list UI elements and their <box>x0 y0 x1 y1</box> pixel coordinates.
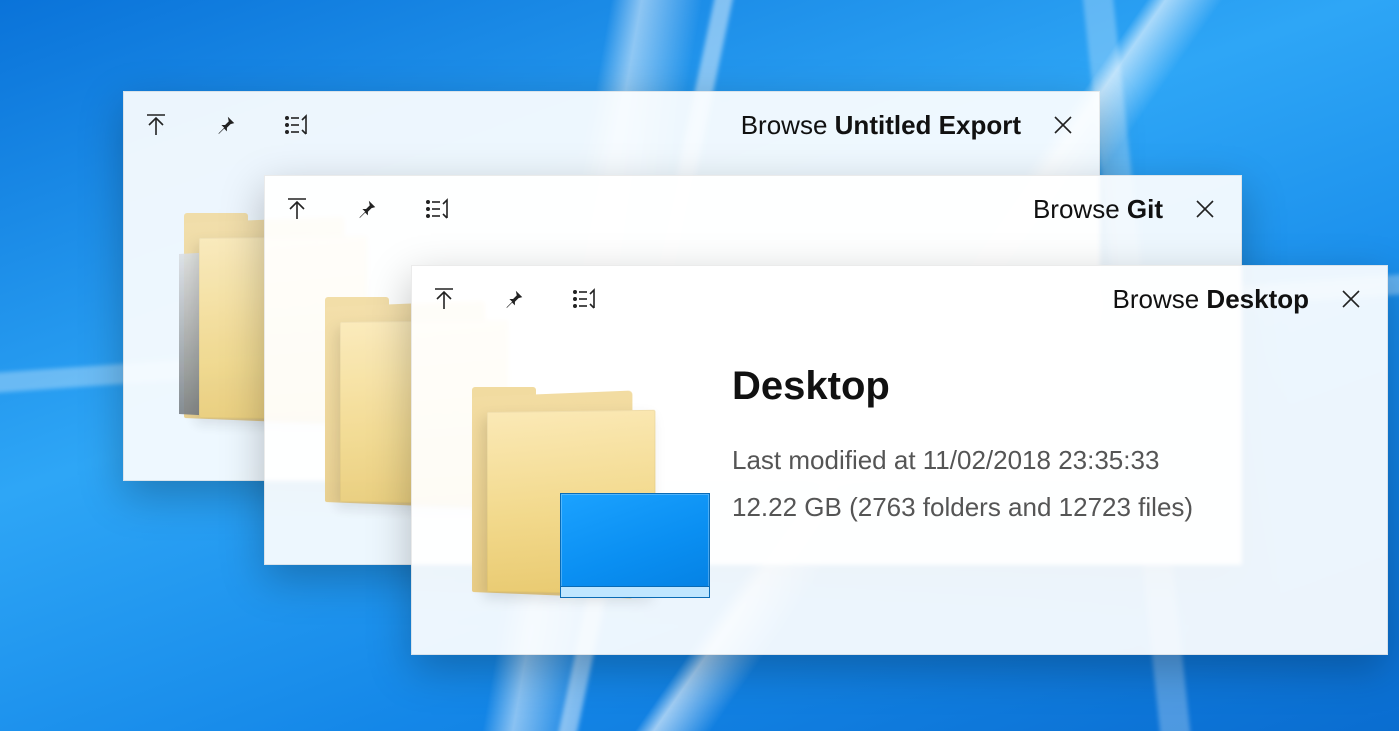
folder-info: Desktop Last modified at 11/02/2018 23:3… <box>732 352 1193 531</box>
list-sort-icon[interactable] <box>282 111 310 139</box>
browse-label: Browse <box>1033 194 1120 224</box>
last-modified-text: Last modified at 11/02/2018 23:35:33 <box>732 437 1193 484</box>
window-body: Desktop Last modified at 11/02/2018 23:3… <box>412 332 1387 632</box>
size-summary-text: 12.22 GB (2763 folders and 12723 files) <box>732 484 1193 531</box>
close-icon[interactable] <box>1049 111 1077 139</box>
pin-icon[interactable] <box>500 285 528 313</box>
pin-icon[interactable] <box>353 195 381 223</box>
folder-title: Desktop <box>732 364 1193 409</box>
titlebar[interactable]: Browse Untitled Export <box>124 92 1099 158</box>
titlebar[interactable]: Browse Desktop <box>412 266 1387 332</box>
folder-desktop-icon <box>452 352 672 592</box>
titlebar[interactable]: Browse Git <box>265 176 1241 242</box>
browse-target: Desktop <box>1206 284 1309 314</box>
list-sort-icon[interactable] <box>570 285 598 313</box>
close-icon[interactable] <box>1337 285 1365 313</box>
title-text: Browse Desktop <box>598 284 1337 315</box>
up-icon[interactable] <box>283 195 311 223</box>
title-text: Browse Git <box>451 194 1191 225</box>
up-icon[interactable] <box>430 285 458 313</box>
desktop-monitor-icon <box>560 493 710 598</box>
preview-window-desktop[interactable]: Browse Desktop Desktop Last modified at … <box>411 265 1388 655</box>
up-icon[interactable] <box>142 111 170 139</box>
browse-target: Untitled Export <box>835 110 1021 140</box>
list-sort-icon[interactable] <box>423 195 451 223</box>
pin-icon[interactable] <box>212 111 240 139</box>
browse-label: Browse <box>741 110 828 140</box>
close-icon[interactable] <box>1191 195 1219 223</box>
browse-target: Git <box>1127 194 1163 224</box>
title-text: Browse Untitled Export <box>310 110 1049 141</box>
browse-label: Browse <box>1112 284 1199 314</box>
